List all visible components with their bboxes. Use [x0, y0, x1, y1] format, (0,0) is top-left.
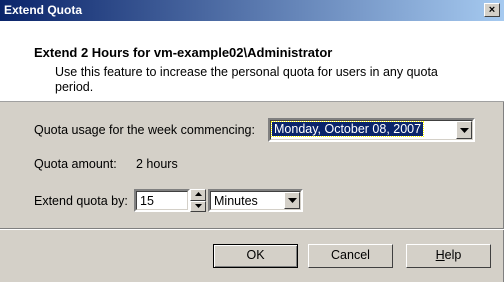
cancel-button[interactable]: Cancel: [308, 244, 393, 268]
ok-button-label: OK: [246, 248, 265, 262]
extend-quota-dialog: Extend Quota × Extend 2 Hours for vm-exa…: [0, 0, 504, 282]
unit-selected-value: Minutes: [214, 194, 258, 208]
close-button[interactable]: ×: [484, 3, 500, 17]
week-select[interactable]: Monday, October 08, 2007: [268, 118, 475, 142]
chevron-down-icon: [288, 198, 297, 203]
cancel-button-label: Cancel: [331, 248, 370, 262]
header-panel: Extend 2 Hours for vm-example02\Administ…: [0, 21, 504, 102]
week-dropdown-button[interactable]: [456, 121, 472, 139]
divider: [0, 228, 504, 230]
header-title: Extend 2 Hours for vm-example02\Administ…: [34, 45, 333, 60]
quota-amount-value: 2 hours: [136, 157, 178, 171]
extend-label: Extend quota by:: [34, 194, 128, 208]
extend-amount-value: 15: [140, 194, 154, 208]
extend-amount-input[interactable]: 15: [134, 189, 190, 212]
help-button-label: elp: [444, 248, 462, 262]
spin-up-button[interactable]: [190, 189, 206, 201]
unit-dropdown-button[interactable]: [284, 192, 300, 209]
week-selected-value: Monday, October 08, 2007: [270, 121, 425, 137]
help-button-mnemonic: H: [435, 248, 445, 262]
arrow-up-icon: [195, 192, 202, 196]
unit-select[interactable]: Minutes: [208, 189, 303, 212]
close-icon: ×: [488, 4, 496, 16]
ok-button[interactable]: OK: [213, 244, 298, 268]
arrow-down-icon: [195, 204, 202, 208]
window-title: Extend Quota: [4, 3, 83, 17]
chevron-down-icon: [460, 128, 469, 133]
title-bar[interactable]: Extend Quota ×: [0, 0, 504, 21]
week-label: Quota usage for the week commencing:: [34, 123, 255, 137]
help-button[interactable]: Help: [406, 244, 491, 268]
header-description: Use this feature to increase the persona…: [55, 65, 438, 94]
quota-amount-label: Quota amount:: [34, 157, 117, 171]
spin-down-button[interactable]: [190, 201, 206, 212]
